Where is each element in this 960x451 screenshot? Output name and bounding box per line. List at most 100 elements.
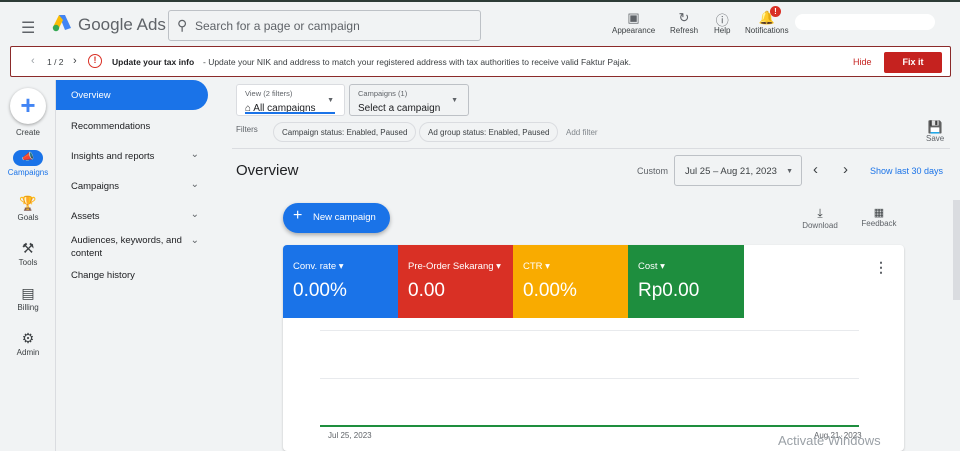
next-alert-icon[interactable]: › xyxy=(73,55,77,67)
prev-alert-icon[interactable]: ‹ xyxy=(31,55,35,67)
help-button[interactable]: ⓘ Help xyxy=(714,10,730,35)
nav-label: Overview xyxy=(71,90,111,101)
refresh-icon: ↻ xyxy=(678,10,690,25)
metric-label: Conv. rate xyxy=(293,261,337,272)
feedback-label: Feedback xyxy=(861,219,897,228)
nav-assets[interactable]: Assets ⌄ xyxy=(56,200,221,230)
campaign-sublabel: Campaigns (1) xyxy=(358,89,408,98)
metric-conv-rate[interactable]: Conv. rate ▾ 0.00% xyxy=(283,245,398,318)
nav-label: Audiences, keywords, and content xyxy=(71,235,182,259)
credit-card-icon: ▤ xyxy=(21,285,35,301)
appearance-button[interactable]: ▣ Appearance xyxy=(612,10,655,35)
download-label: Download xyxy=(802,221,838,230)
prev-period-icon[interactable]: ‹ xyxy=(813,161,818,178)
rail-admin-label: Admin xyxy=(16,348,40,357)
nav-insights[interactable]: Insights and reports ⌄ xyxy=(56,140,221,170)
feedback-button[interactable]: ▦ Feedback xyxy=(861,206,897,228)
save-button[interactable]: 💾 Save xyxy=(926,120,944,143)
filter-chip[interactable]: Ad group status: Enabled, Paused xyxy=(419,122,559,142)
search-placeholder: Search for a page or campaign xyxy=(195,19,360,33)
metric-cost[interactable]: Cost ▾ Rp0.00 xyxy=(628,245,744,318)
rail-goals-label: Goals xyxy=(17,213,39,222)
divider xyxy=(232,148,950,149)
view-sublabel: View (2 filters) xyxy=(245,89,293,98)
gridline xyxy=(320,378,859,379)
rail-campaigns-label: Campaigns xyxy=(7,168,49,177)
chevron-down-icon: ⌄ xyxy=(190,235,199,246)
fix-it-button[interactable]: Fix it xyxy=(884,52,942,73)
nav-audiences[interactable]: Audiences, keywords, and content ⌄ xyxy=(56,230,199,264)
download-button[interactable]: ⤓ Download xyxy=(802,206,838,230)
rail-billing[interactable]: ▤ Billing xyxy=(0,285,56,312)
view-underline xyxy=(245,112,335,114)
nav-change-history[interactable]: Change history xyxy=(56,264,221,294)
brand-name: Google Ads xyxy=(78,15,166,34)
rail-admin[interactable]: ⚙ Admin xyxy=(0,330,56,357)
rail-create-label: Create xyxy=(15,128,40,137)
tools-icon: ⚒ xyxy=(21,240,35,256)
metric-value: 0.00% xyxy=(293,280,347,301)
appearance-icon: ▣ xyxy=(627,10,640,25)
new-campaign-button[interactable]: + New campaign xyxy=(283,203,390,233)
refresh-button[interactable]: ↻ Refresh xyxy=(670,10,698,35)
rail-campaigns[interactable]: 📣 Campaigns xyxy=(0,150,56,177)
trophy-icon: 🏆 xyxy=(19,195,37,211)
notifications-button[interactable]: 🔔 Notifications xyxy=(745,10,789,35)
show-last-30-days-link[interactable]: Show last 30 days xyxy=(870,166,943,176)
google-ads-logo xyxy=(52,15,71,32)
page-title: Overview xyxy=(236,162,299,179)
chevron-down-icon: ⌄ xyxy=(190,209,199,220)
nav-recommendations[interactable]: Recommendations xyxy=(56,110,221,140)
download-icon: ⤓ xyxy=(817,206,823,220)
new-campaign-label: New campaign xyxy=(313,212,376,223)
rail-goals[interactable]: 🏆 Goals xyxy=(0,195,56,222)
left-rail: + Create 📣 Campaigns 🏆 Goals ⚒ Tools ▤ Billin… xyxy=(0,80,56,451)
view-dropdown[interactable]: View (2 filters) ⌂ All campaigns ▼ xyxy=(236,84,345,116)
metric-ctr[interactable]: CTR ▾ 0.00% xyxy=(513,245,628,318)
search-icon: ⚲ xyxy=(177,17,188,33)
date-range-picker[interactable]: Jul 25 – Aug 21, 2023 ▼ xyxy=(674,155,802,186)
rail-billing-label: Billing xyxy=(17,303,39,312)
nav-label: Change history xyxy=(71,270,135,281)
tax-alert-banner: ‹ 1 / 2 › ! Update your tax info - Updat… xyxy=(10,46,951,77)
cost-series-line xyxy=(320,425,859,427)
menu-icon[interactable]: ☰ xyxy=(21,18,35,38)
hide-button[interactable]: Hide xyxy=(853,57,872,67)
feedback-icon: ▦ xyxy=(873,207,885,219)
save-label: Save xyxy=(926,134,945,143)
rail-create[interactable]: + Create xyxy=(0,82,56,137)
add-filter-button[interactable]: Add filter xyxy=(566,128,598,137)
refresh-label: Refresh xyxy=(670,26,699,35)
filters-label: Filters xyxy=(236,125,258,134)
filter-chip[interactable]: Campaign status: Enabled, Paused xyxy=(273,122,417,142)
account-info-redacted[interactable] xyxy=(795,14,935,30)
search-input[interactable]: ⚲ Search for a page or campaign xyxy=(168,10,481,41)
help-label: Help xyxy=(714,26,731,35)
activate-windows-watermark: Activate Windows xyxy=(778,433,881,448)
caret-down-icon: ▼ xyxy=(451,97,458,104)
metric-label: Pre-Order Sekarang xyxy=(408,261,494,272)
notification-badge: ! xyxy=(770,6,781,17)
alert-message: - Update your NIK and address to match y… xyxy=(203,57,632,67)
metric-value: Rp0.00 xyxy=(638,280,700,301)
metric-pre-order[interactable]: Pre-Order Sekarang ▾ 0.00 xyxy=(398,245,513,318)
alert-title: Update your tax info xyxy=(112,57,195,67)
error-icon: ! xyxy=(88,54,102,68)
bell-icon: 🔔 xyxy=(758,10,775,25)
campaign-dropdown[interactable]: Campaigns (1) Select a campaign ▼ xyxy=(349,84,469,116)
next-period-icon[interactable]: › xyxy=(843,161,848,178)
top-bar: ☰ Google Ads ⚲ Search for a page or campa… xyxy=(0,0,960,46)
caret-down-icon: ▼ xyxy=(786,168,793,175)
rail-tools[interactable]: ⚒ Tools xyxy=(0,240,56,267)
caret-down-icon: ▼ xyxy=(327,97,334,104)
metric-label: Cost xyxy=(638,261,658,272)
custom-label: Custom xyxy=(637,166,669,176)
more-options-icon[interactable]: ⋮ xyxy=(874,259,888,276)
metric-value: 0.00% xyxy=(523,280,577,301)
nav-label: Assets xyxy=(71,211,100,222)
scrollbar[interactable] xyxy=(953,200,960,300)
nav-overview[interactable]: Overview xyxy=(56,80,208,110)
nav-campaigns[interactable]: Campaigns ⌄ xyxy=(56,170,221,200)
chevron-down-icon: ⌄ xyxy=(190,149,199,160)
metric-value: 0.00 xyxy=(408,280,445,301)
